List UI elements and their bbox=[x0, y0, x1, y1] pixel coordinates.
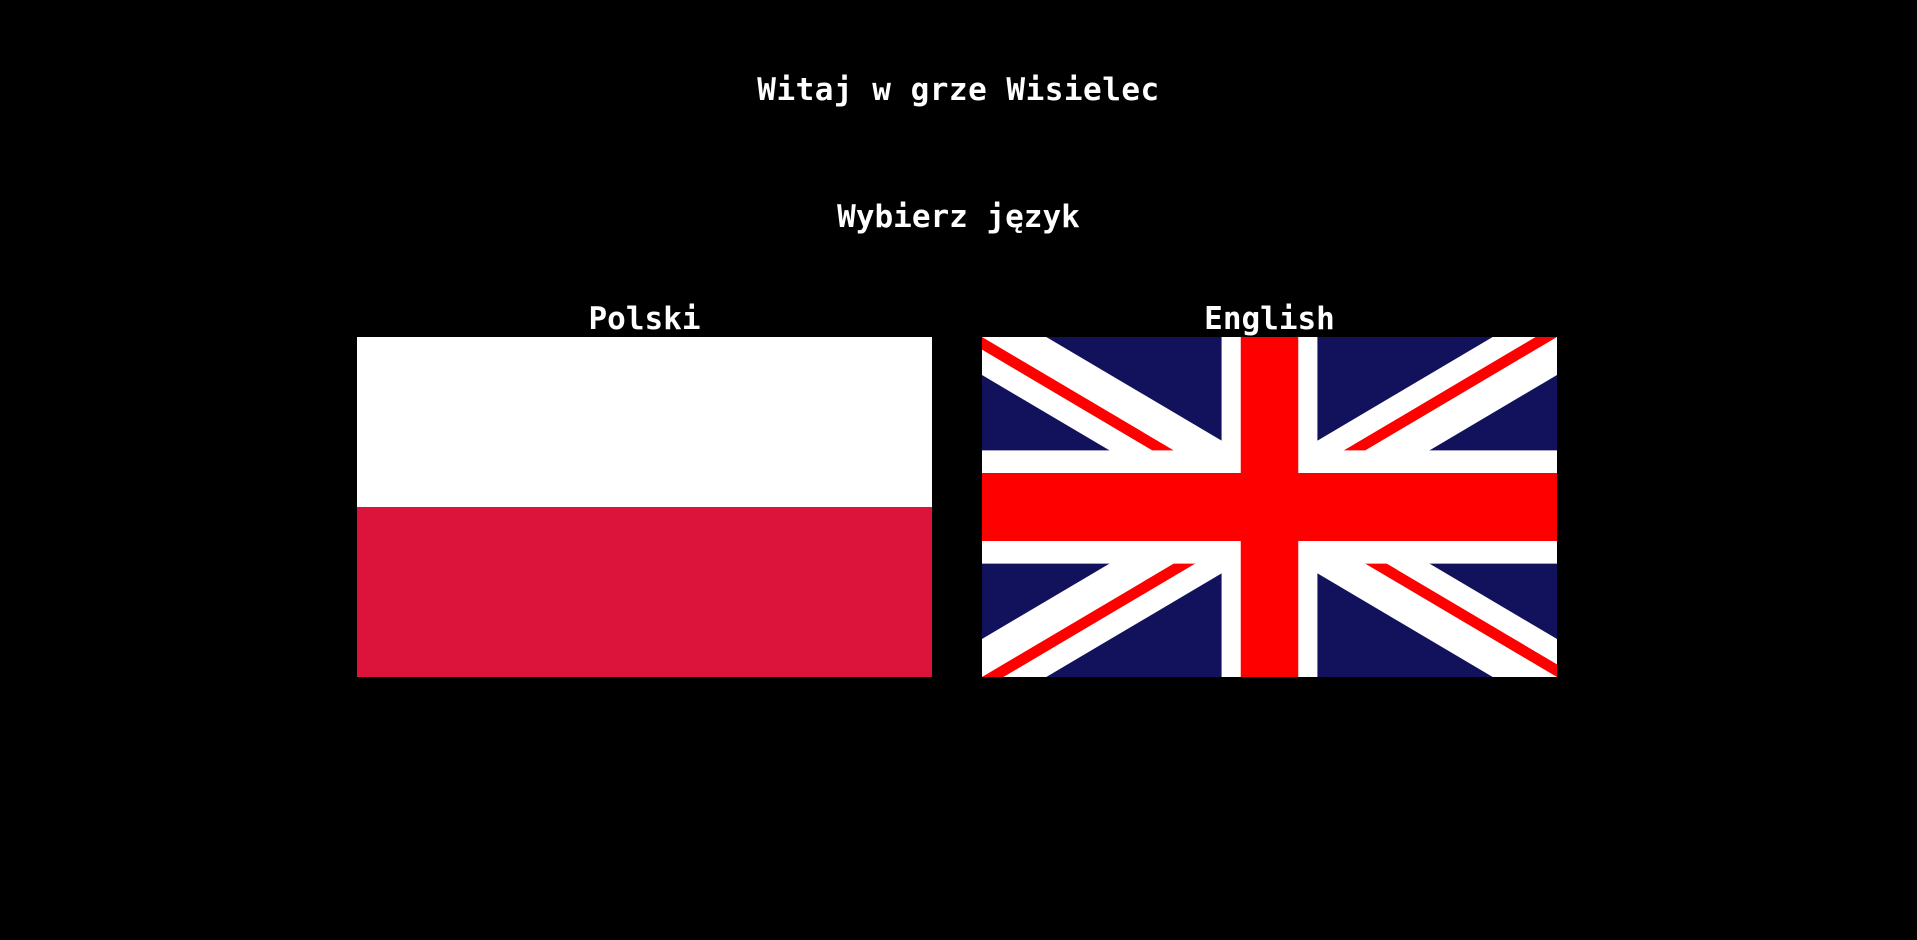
page-title: Witaj w grze Wisielec bbox=[757, 72, 1160, 108]
language-label-english[interactable]: English bbox=[982, 297, 1557, 337]
language-label-polish[interactable]: Polski bbox=[357, 297, 932, 337]
poland-flag-icon[interactable] bbox=[357, 337, 932, 677]
union-jack-flag-icon[interactable] bbox=[982, 337, 1557, 677]
language-option-polish[interactable]: Polski bbox=[357, 297, 932, 677]
language-option-english[interactable]: English bbox=[982, 297, 1557, 677]
choose-language-heading: Wybierz język bbox=[837, 199, 1080, 235]
